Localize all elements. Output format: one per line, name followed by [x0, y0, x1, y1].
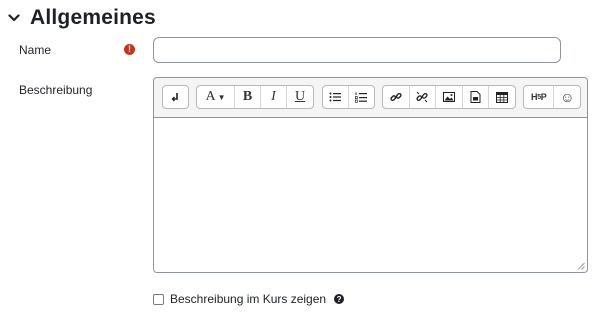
editor-toolbar: A ▼ B I U H 5 P ☺: [154, 78, 587, 118]
show-description-checkbox[interactable]: [153, 293, 164, 305]
image-icon[interactable]: [436, 86, 463, 108]
description-editor: A ▼ B I U H 5 P ☺: [153, 77, 588, 273]
description-label: Beschreibung: [19, 83, 93, 97]
font-style-icon[interactable]: A ▼: [197, 86, 235, 108]
toolbar-group-toggle: [162, 85, 189, 109]
toolbar-group-lists: [322, 85, 375, 109]
required-icon: !: [124, 44, 135, 55]
show-description-label[interactable]: Beschreibung im Kurs zeigen: [170, 292, 326, 306]
chevron-down-icon[interactable]: [6, 10, 22, 26]
bold-icon[interactable]: B: [235, 86, 261, 108]
table-icon[interactable]: [489, 86, 515, 108]
link-icon[interactable]: [383, 86, 410, 108]
h5p-icon[interactable]: H5P: [524, 86, 555, 108]
section-title: Allgemeines: [30, 6, 156, 29]
form-page: Allgemeines Name ! Beschreibung A ▼ B I U: [0, 0, 600, 316]
ordered-list-icon[interactable]: [349, 86, 374, 108]
unlink-icon[interactable]: [410, 86, 437, 108]
emoji-icon[interactable]: ☺: [554, 86, 580, 108]
toolbar-group-text: A ▼ B I U: [196, 85, 314, 109]
help-icon[interactable]: ?: [334, 294, 345, 304]
toolbar-group-extra: H5P ☺: [523, 85, 581, 109]
section-header[interactable]: Allgemeines: [6, 4, 156, 32]
italic-icon[interactable]: I: [261, 86, 287, 108]
name-input[interactable]: [153, 37, 561, 63]
toolbar-group-insert: [382, 85, 516, 109]
name-label: Name: [19, 43, 52, 57]
toggle-toolbar-icon[interactable]: [163, 86, 188, 108]
underline-icon[interactable]: U: [287, 86, 313, 108]
show-description-row: Beschreibung im Kurs zeigen ?: [153, 292, 345, 306]
unordered-list-icon[interactable]: [323, 86, 349, 108]
resize-grip-icon[interactable]: [577, 262, 585, 270]
media-icon[interactable]: [463, 86, 490, 108]
description-editor-area[interactable]: [154, 118, 587, 272]
